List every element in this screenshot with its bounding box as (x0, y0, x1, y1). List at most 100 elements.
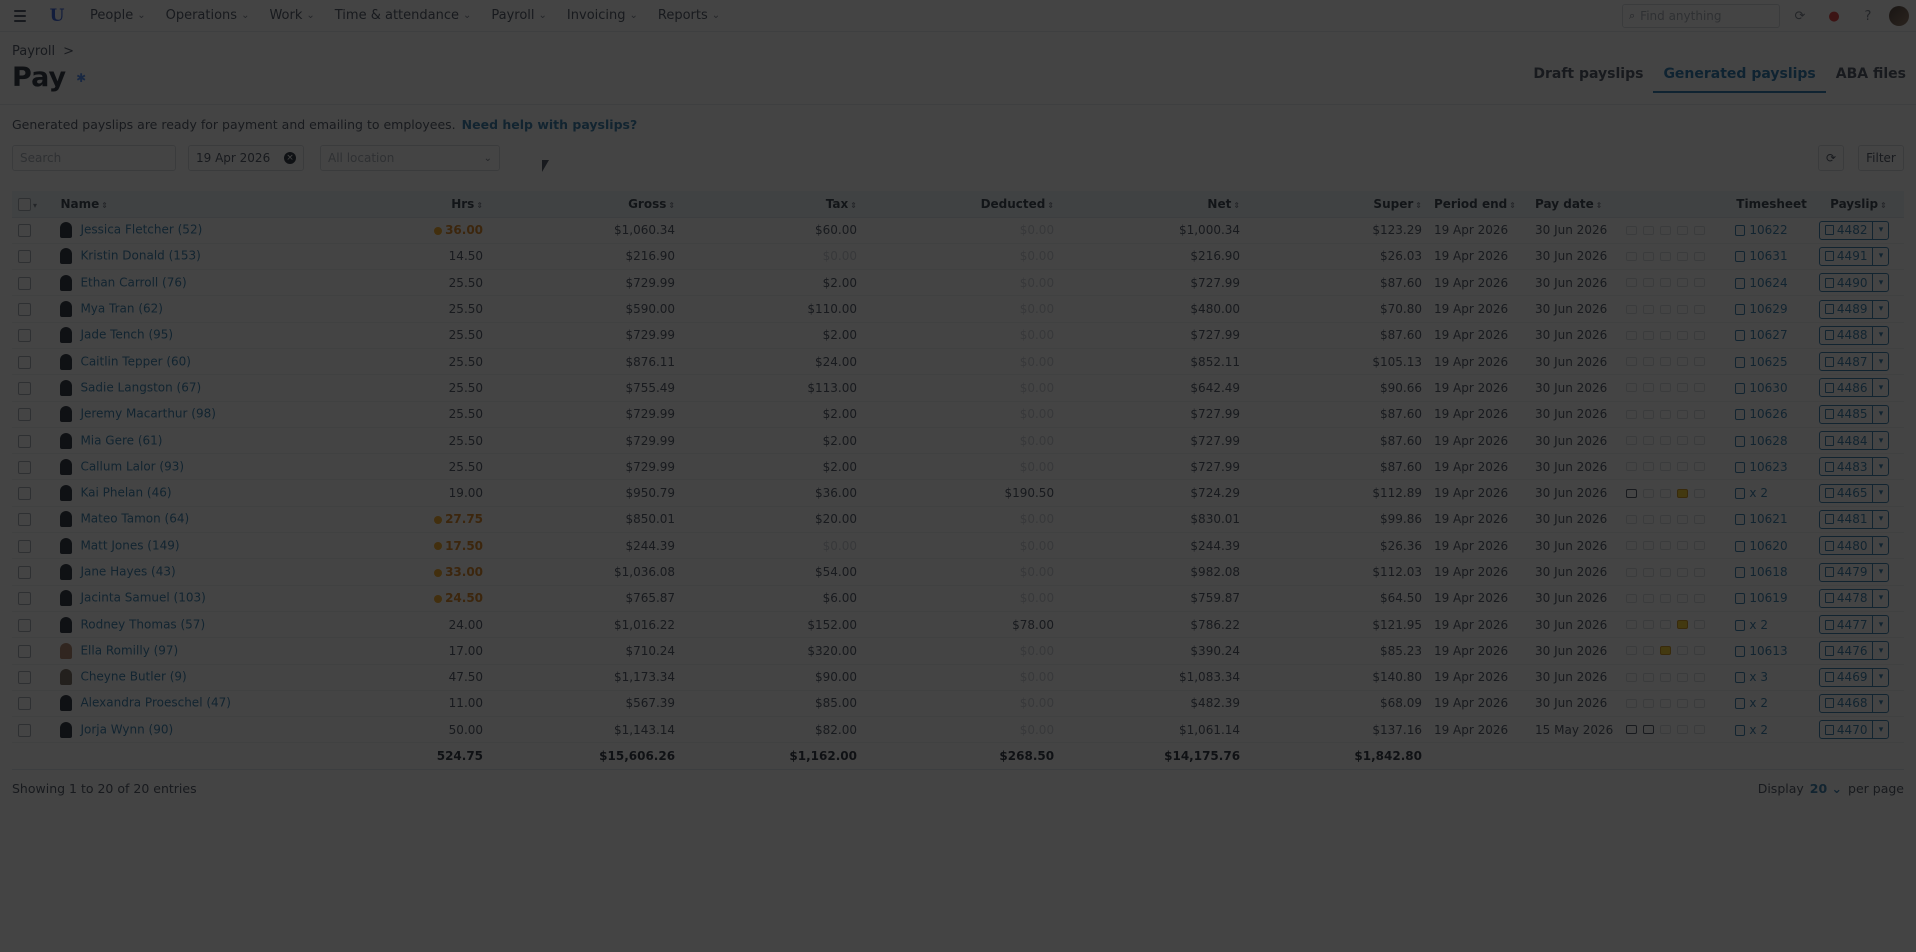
timesheet-link[interactable]: x 2 (1749, 723, 1768, 737)
nav-reports[interactable]: Reports ⌄ (648, 0, 730, 32)
date-picker[interactable]: 19 Apr 2026 × (188, 145, 304, 171)
table-row[interactable]: Alexandra Proeschel (47) 11.00 $567.39 $85.… (12, 690, 1904, 718)
payslip-button[interactable]: 4476 ▾ (1818, 641, 1890, 661)
payslip-button[interactable]: 4465 ▾ (1818, 483, 1890, 503)
row-checkbox[interactable] (18, 618, 31, 632)
timesheet-link[interactable]: 10625 (1749, 355, 1787, 369)
employee-name[interactable]: Mya Tran (62) (80, 302, 163, 316)
table-row[interactable]: Jacinta Samuel (103) 24.50 $765.87 $6.00 $0.… (12, 585, 1904, 612)
help-link[interactable]: Need help with payslips? (462, 117, 638, 132)
payslip-button[interactable]: 4478 ▾ (1818, 588, 1890, 608)
chevron-down-icon[interactable]: ▾ (1872, 432, 1888, 450)
chevron-down-icon[interactable]: ▾ (1872, 589, 1888, 607)
row-checkbox[interactable] (18, 513, 31, 527)
employee-name[interactable]: Sadie Langston (67) (80, 380, 201, 394)
employee-name[interactable]: Caitlin Tepper (60) (80, 354, 191, 368)
tab-draft-payslips[interactable]: Draft payslips (1523, 66, 1653, 93)
payslip-button[interactable]: 4482 ▾ (1818, 220, 1890, 240)
row-checkbox[interactable] (18, 460, 31, 474)
timesheet-link[interactable]: 10613 (1749, 644, 1787, 658)
row-checkbox[interactable] (18, 723, 31, 737)
employee-name[interactable]: Jacinta Samuel (103) (80, 591, 205, 605)
timesheet-link[interactable]: 10631 (1749, 249, 1787, 263)
table-row[interactable]: Matt Jones (149) 17.50 $244.39 $0.00 $0.00 $2… (12, 532, 1904, 560)
payslip-button[interactable]: 4486 ▾ (1818, 378, 1890, 398)
table-row[interactable]: Mia Gere (61) 25.50 $729.99 $2.00 $0.00 $727.… (12, 427, 1904, 455)
payslip-button[interactable]: 4477 ▾ (1818, 615, 1890, 635)
row-checkbox[interactable] (18, 566, 31, 579)
chevron-down-icon[interactable]: ▾ (1872, 642, 1888, 660)
employee-name[interactable]: Ella Romilly (97) (80, 643, 178, 657)
table-row[interactable]: Ella Romilly (97) 17.00 $710.24 $320.00 $0.0… (12, 637, 1904, 665)
payslip-button[interactable]: 4487 ▾ (1818, 352, 1890, 372)
tab-aba-files[interactable]: ABA files (1826, 66, 1916, 93)
chevron-down-icon[interactable]: ▾ (1872, 458, 1888, 476)
timesheet-link[interactable]: 10618 (1749, 565, 1787, 579)
col-pay-date[interactable]: Pay date ⇕ (1529, 191, 1621, 218)
search-box[interactable] (12, 145, 176, 171)
timesheet-link[interactable]: 10620 (1749, 539, 1787, 553)
breadcrumb-payroll[interactable]: Payroll (12, 44, 55, 59)
filter-button[interactable]: Filter (1858, 145, 1904, 171)
row-checkbox[interactable] (18, 224, 31, 238)
table-row[interactable]: Jessica Fletcher (52) 36.00 $1,060.34 $60.0… (12, 217, 1904, 244)
timesheet-link[interactable]: x 2 (1749, 618, 1768, 632)
table-row[interactable]: Kai Phelan (46) 19.00 $950.79 $36.00 $190.50… (12, 479, 1904, 507)
select-all-header[interactable]: ▾ (12, 191, 55, 218)
row-checkbox[interactable] (18, 539, 31, 553)
table-row[interactable]: Jane Hayes (43) 33.00 $1,036.08 $54.00 $0.00… (12, 558, 1904, 586)
employee-name[interactable]: Jane Hayes (43) (80, 565, 175, 579)
row-checkbox[interactable] (18, 355, 31, 369)
comment-icon[interactable] (1626, 488, 1638, 498)
payslip-button[interactable]: 4469 ▾ (1818, 667, 1890, 687)
timesheet-link[interactable]: 10627 (1749, 328, 1787, 342)
timesheet-link[interactable]: 10626 (1749, 407, 1787, 421)
row-checkbox[interactable] (18, 408, 31, 422)
global-search[interactable]: ⌕ (1622, 4, 1780, 28)
refresh-button[interactable]: ⟳ (1818, 145, 1844, 171)
chevron-down-icon[interactable]: ▾ (1872, 353, 1888, 371)
per-page-select[interactable]: 20 ⌄ (1810, 781, 1842, 796)
table-row[interactable]: Mya Tran (62) 25.50 $590.00 $110.00 $0.00 $48… (12, 295, 1904, 323)
col-super[interactable]: Super ⇕ (1246, 191, 1428, 218)
table-row[interactable]: Kristin Donald (153) 14.50 $216.90 $0.00 $0.… (12, 243, 1904, 271)
chevron-down-icon[interactable]: ▾ (1872, 616, 1888, 634)
chevron-down-icon[interactable]: ▾ (1872, 563, 1888, 581)
chevron-down-icon[interactable]: ▾ (1872, 694, 1888, 712)
chevron-down-icon[interactable]: ▾ (1872, 221, 1888, 239)
payslip-button[interactable]: 4485 ▾ (1818, 404, 1890, 424)
table-row[interactable]: Jeremy Macarthur (98) 25.50 $729.99 $2.00 $0… (12, 401, 1904, 428)
payslip-button[interactable]: 4468 ▾ (1818, 693, 1890, 713)
timesheet-link[interactable]: x 2 (1749, 486, 1768, 500)
table-row[interactable]: Jade Tench (95) 25.50 $729.99 $2.00 $0.00 $72… (12, 322, 1904, 349)
timesheet-link[interactable]: 10624 (1749, 276, 1787, 290)
user-avatar[interactable] (1889, 6, 1909, 26)
nav-time-attendance[interactable]: Time & attendance ⌄ (325, 0, 482, 32)
table-row[interactable]: Jorja Wynn (90) 50.00 $1,143.14 $82.00 $0.00… (12, 716, 1904, 744)
row-checkbox[interactable] (18, 381, 31, 395)
search-input[interactable] (20, 151, 168, 165)
clear-date-icon[interactable]: × (284, 152, 296, 164)
row-checkbox[interactable] (18, 329, 31, 343)
chevron-down-icon[interactable]: ▾ (1872, 326, 1888, 344)
bell-icon[interactable]: ● (1826, 8, 1842, 24)
employee-name[interactable]: Jade Tench (95) (80, 328, 173, 342)
table-row[interactable]: Cheyne Butler (9) 47.50 $1,173.34 $90.00 $0.… (12, 664, 1904, 691)
col-deducted[interactable]: Deducted ⇕ (862, 191, 1061, 218)
comment-icon[interactable] (1626, 725, 1638, 735)
help-icon[interactable]: ? (1860, 8, 1876, 24)
nav-payroll[interactable]: Payroll ⌄ (481, 0, 557, 32)
table-row[interactable]: Sadie Langston (67) 25.50 $755.49 $113.00 $0… (12, 374, 1904, 402)
timesheet-link[interactable]: 10619 (1749, 591, 1787, 605)
chevron-down-icon[interactable]: ▾ (1872, 274, 1888, 292)
chevron-down-icon[interactable]: ▾ (1872, 510, 1888, 528)
payslip-button[interactable]: 4470 ▾ (1818, 720, 1890, 740)
payslip-button[interactable]: 4491 ▾ (1818, 246, 1890, 266)
table-row[interactable]: Ethan Carroll (76) 25.50 $729.99 $2.00 $0.00… (12, 269, 1904, 297)
payslip-button[interactable]: 4479 ▾ (1818, 562, 1890, 582)
timesheet-link[interactable]: 10622 (1749, 223, 1787, 237)
timesheet-link[interactable]: x 3 (1749, 670, 1768, 684)
employee-name[interactable]: Callum Lalor (93) (80, 459, 184, 473)
nav-operations[interactable]: Operations ⌄ (156, 0, 260, 32)
location-select[interactable]: All location ⌄ (320, 145, 500, 171)
